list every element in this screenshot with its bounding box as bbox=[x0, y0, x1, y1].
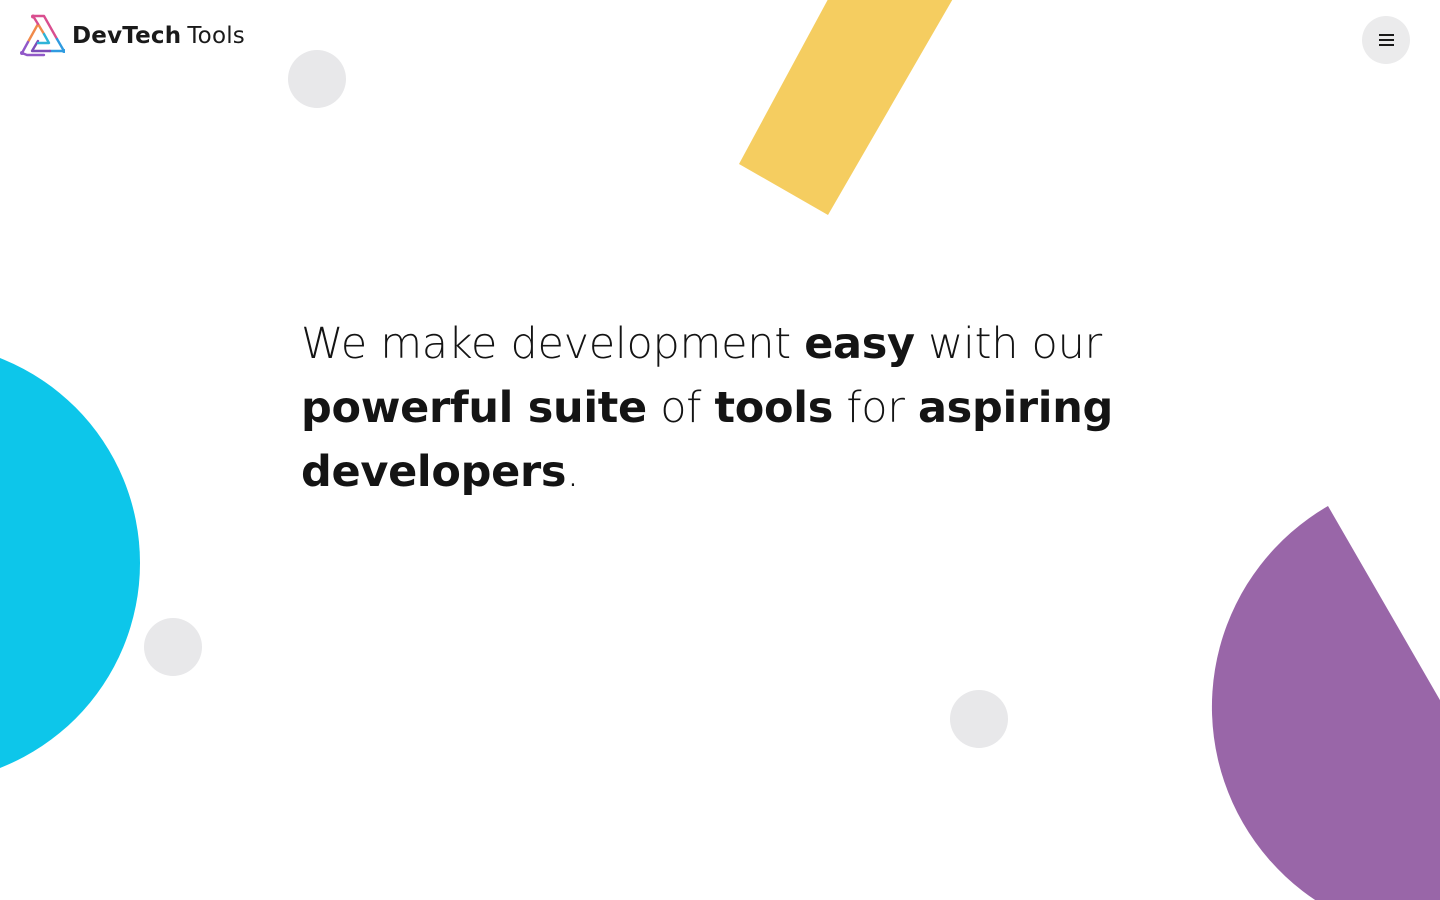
cyan-half-circle bbox=[0, 358, 140, 768]
purple-half-circle bbox=[1211, 506, 1440, 900]
brand-name: DevTech Tools bbox=[72, 23, 245, 49]
devtech-logo-icon bbox=[20, 14, 65, 57]
hero-text-part: for bbox=[833, 383, 918, 433]
menu-button[interactable] bbox=[1362, 16, 1410, 64]
landing-page: DevTech Tools We make development easy wi… bbox=[0, 0, 1440, 900]
brand-logo-link[interactable]: DevTech Tools bbox=[19, 14, 245, 57]
hero-text-part: of bbox=[646, 383, 715, 433]
hero-text-part: We make development bbox=[301, 319, 805, 369]
hero-text-part: . bbox=[566, 447, 580, 497]
brand-name-tools: Tools bbox=[187, 22, 245, 49]
hamburger-menu-icon bbox=[1378, 34, 1394, 46]
gray-dot-left bbox=[144, 618, 202, 676]
hero-highlight-easy: easy bbox=[804, 319, 915, 369]
gray-dot-top bbox=[288, 50, 346, 108]
yellow-slanted-bar bbox=[739, 0, 953, 215]
hero-highlight-tools: tools bbox=[714, 383, 834, 433]
hero-text-part: with our bbox=[914, 319, 1102, 369]
hero-highlight-powerful-suite: powerful suite bbox=[301, 383, 647, 433]
gray-dot-bottom bbox=[950, 690, 1008, 748]
hero-headline: We make development easy with our powerf… bbox=[301, 312, 1121, 504]
brand-name-devtech: DevTech bbox=[72, 22, 182, 49]
